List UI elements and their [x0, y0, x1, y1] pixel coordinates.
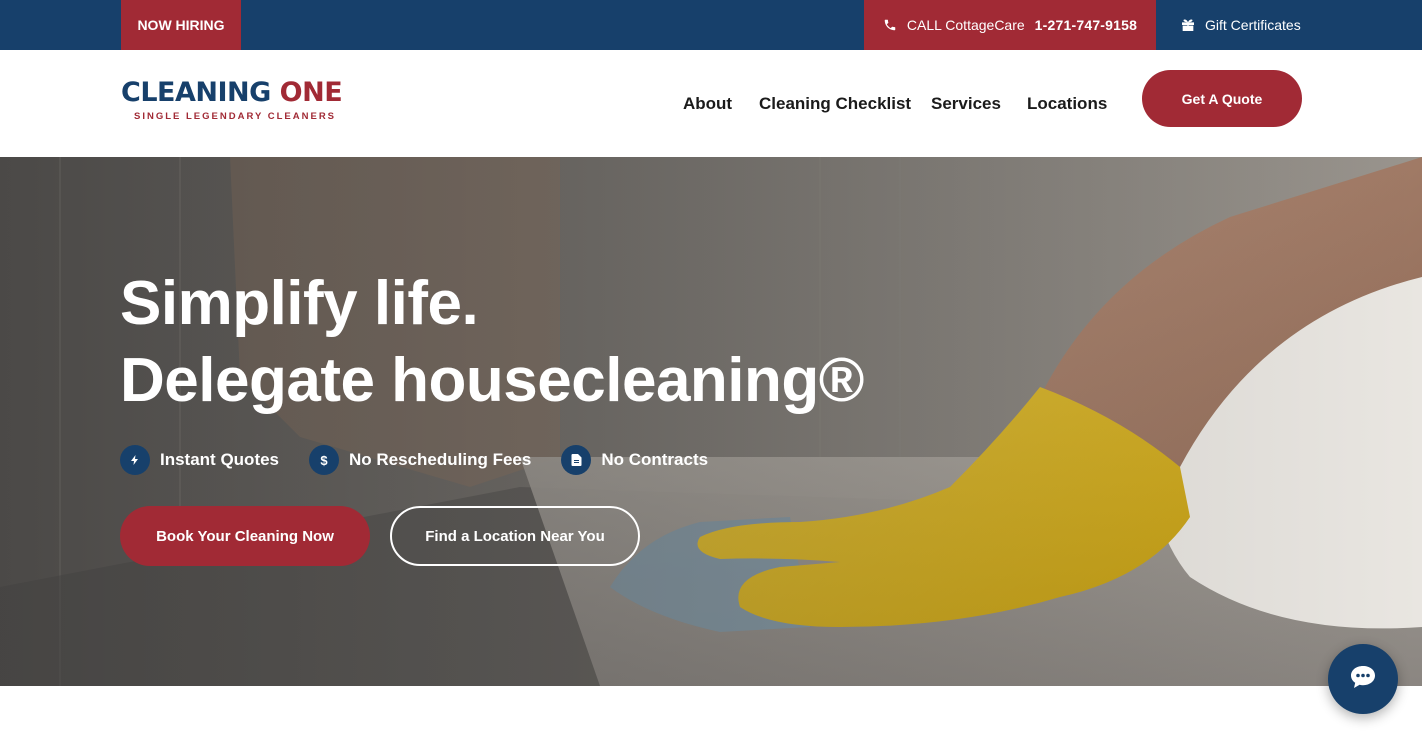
- nav-cleaning-checklist[interactable]: Cleaning Checklist: [759, 94, 911, 114]
- call-label: CALL CottageCare: [906, 17, 1025, 33]
- top-bar: NOW HIRING CALL CottageCare 1-271-747-91…: [0, 0, 1422, 50]
- document-icon: [561, 445, 592, 475]
- hero-section: Simplify life. Delegate housecleaning® I…: [0, 157, 1422, 686]
- feature-list: Instant Quotes $ No Rescheduling Fees No…: [120, 445, 738, 475]
- gift-icon: [1180, 17, 1196, 33]
- bolt-icon: [120, 445, 150, 475]
- nav-services[interactable]: Services: [931, 94, 1001, 114]
- get-a-quote-button[interactable]: Get A Quote: [1142, 70, 1302, 127]
- hero-headline: Simplify life. Delegate housecleaning®: [120, 265, 864, 419]
- feature-instant-quotes: Instant Quotes: [120, 445, 279, 475]
- feature-no-contracts: No Contracts: [561, 445, 708, 475]
- logo-tagline: SINGLE LEGENDARY CLEANERS: [134, 111, 337, 122]
- logo-word-1: CLEANING: [121, 77, 271, 108]
- nav-locations[interactable]: Locations: [1027, 94, 1107, 114]
- nav-about[interactable]: About: [683, 94, 732, 114]
- feature-label: No Rescheduling Fees: [349, 450, 532, 469]
- gift-certificates-label: Gift Certificates: [1205, 17, 1301, 33]
- site-header: CLEANING ONE SINGLE LEGENDARY CLEANERS A…: [0, 50, 1422, 157]
- logo[interactable]: CLEANING ONE SINGLE LEGENDARY CLEANERS: [121, 78, 351, 128]
- headline-line-1: Simplify life.: [120, 269, 479, 338]
- phone-icon: [883, 18, 897, 32]
- now-hiring-label: NOW HIRING: [137, 17, 225, 33]
- feature-label: Instant Quotes: [160, 450, 280, 469]
- find-location-button[interactable]: Find a Location Near You: [390, 506, 640, 566]
- chat-icon: [1349, 664, 1377, 695]
- logo-word-2: ONE: [279, 77, 343, 108]
- feature-label: No Contracts: [601, 450, 709, 469]
- headline-line-2: Delegate housecleaning®: [120, 346, 864, 415]
- gift-certificates-link[interactable]: Gift Certificates: [1180, 0, 1301, 50]
- phone-number[interactable]: 1-271-747-9158: [1035, 17, 1137, 33]
- hero-overlay: [0, 157, 1422, 686]
- book-cleaning-button[interactable]: Book Your Cleaning Now: [120, 506, 370, 566]
- feature-no-rescheduling-fees: $ No Rescheduling Fees: [309, 445, 531, 475]
- now-hiring-button[interactable]: NOW HIRING: [121, 0, 241, 50]
- call-button[interactable]: CALL CottageCare 1-271-747-9158: [864, 0, 1156, 50]
- logo-wordmark: CLEANING ONE: [121, 78, 351, 108]
- dollar-icon: $: [309, 445, 340, 475]
- chat-widget-button[interactable]: [1328, 644, 1398, 714]
